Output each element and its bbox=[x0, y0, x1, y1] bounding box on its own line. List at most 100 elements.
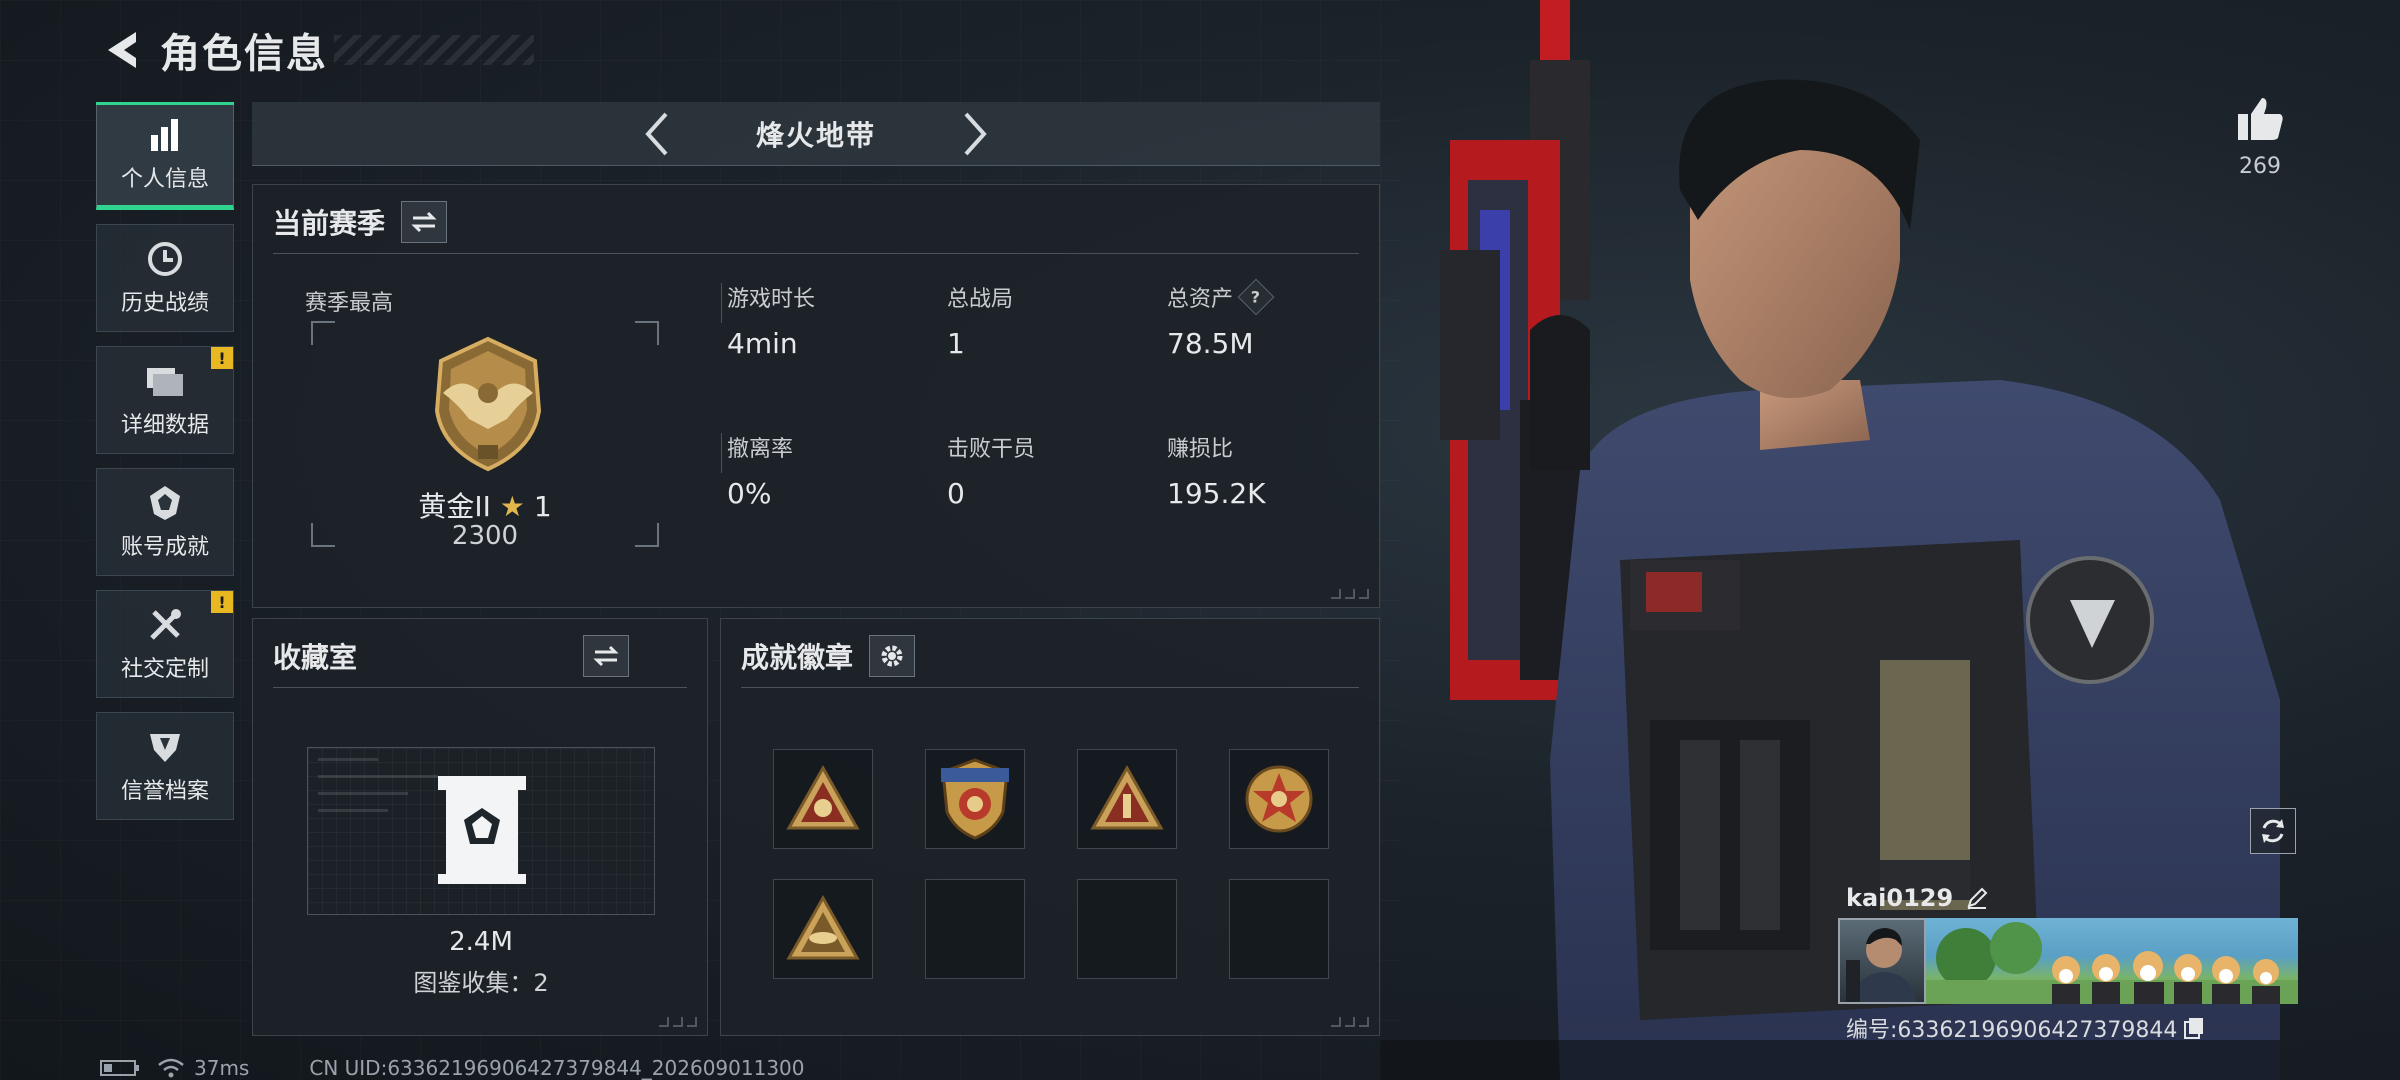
edit-icon[interactable] bbox=[1965, 886, 1989, 910]
player-name: kai0129 bbox=[1846, 884, 1989, 912]
badges-title: 成就徽章 bbox=[741, 641, 854, 674]
player-id-text: 编号:63362196906427379844 bbox=[1846, 1018, 2178, 1043]
alert-badge: ! bbox=[211, 347, 233, 369]
badge-triangle-1-icon bbox=[1090, 764, 1164, 830]
collection-panel[interactable]: 收藏室 2.4M 图鉴收集：2 bbox=[252, 618, 708, 1036]
sidebar-item-label: 账号成就 bbox=[120, 535, 209, 560]
stat-play-time: 游戏时长 4min bbox=[727, 281, 815, 360]
player-card[interactable] bbox=[1838, 918, 2298, 1004]
sidebar-item-detailed-data[interactable]: ! 详细数据 bbox=[96, 346, 234, 454]
back-button[interactable] bbox=[100, 25, 144, 75]
rank-score: 2300 bbox=[451, 521, 519, 551]
badge-slot[interactable] bbox=[1077, 749, 1177, 849]
like-count: 269 bbox=[2239, 154, 2281, 179]
rank-frame: 黄金II ★ 1 2300 bbox=[311, 321, 659, 551]
mode-name: 烽火地带 bbox=[755, 118, 876, 152]
badge-slot-empty[interactable] bbox=[1077, 879, 1177, 979]
stat-operators-defeated: 击败干员 0 bbox=[947, 431, 1035, 510]
gear-icon bbox=[881, 645, 903, 667]
collection-count: 图鉴收集：2 bbox=[413, 969, 549, 997]
stat-label: 总资产 ? bbox=[1167, 278, 1275, 316]
clock-icon bbox=[143, 239, 187, 279]
stat-label: 撤离率 bbox=[727, 437, 794, 462]
help-icon-text: ? bbox=[1251, 287, 1261, 307]
sidebar-item-credit-record[interactable]: 信誉档案 bbox=[96, 712, 234, 820]
badge-slot[interactable] bbox=[773, 879, 873, 979]
sidebar-item-label: 个人信息 bbox=[120, 167, 209, 192]
badge-slot-empty[interactable] bbox=[1229, 879, 1329, 979]
badge-slot[interactable] bbox=[1229, 749, 1329, 849]
alert-badge: ! bbox=[211, 591, 233, 613]
sidebar-item-personal-info[interactable]: 个人信息 bbox=[96, 102, 234, 210]
like-button[interactable]: 269 bbox=[2222, 96, 2298, 179]
sidebar-item-match-history[interactable]: 历史战绩 bbox=[96, 224, 234, 332]
rank-tier: 黄金II bbox=[418, 490, 491, 523]
stat-value: 1 bbox=[947, 327, 965, 360]
badge-slot-empty[interactable] bbox=[925, 879, 1025, 979]
rotate-model-button[interactable] bbox=[2250, 808, 2296, 854]
stat-label: 总战局 bbox=[947, 287, 1014, 312]
sidebar: 个人信息 历史战绩 ! 详细数据 账号成就 ! 社交定制 信誉档案 bbox=[96, 102, 234, 834]
stat-label: 击败干员 bbox=[947, 437, 1036, 462]
stat-label-text: 总资产 bbox=[1167, 287, 1234, 312]
rank-stars: 1 bbox=[533, 490, 552, 523]
badge-triangle-ufo-icon bbox=[786, 894, 860, 960]
help-icon[interactable]: ? bbox=[1237, 278, 1275, 316]
thumbs-up-icon bbox=[2238, 98, 2283, 140]
header: 角色信息 bbox=[100, 20, 534, 80]
avatar[interactable] bbox=[1838, 918, 1926, 1004]
season-panel: 当前赛季 赛季最高 黄金II ★ 1 2300 游戏时长 4min 总战局 1 bbox=[252, 184, 1380, 608]
badge-slot[interactable] bbox=[773, 749, 873, 849]
sidebar-item-label: 历史战绩 bbox=[120, 291, 209, 316]
divider bbox=[721, 283, 722, 323]
swap-icon bbox=[593, 645, 619, 667]
mode-prev-button[interactable] bbox=[631, 104, 681, 164]
title-stripe-decoration bbox=[334, 35, 534, 65]
badge-star-icon bbox=[1245, 765, 1313, 833]
ping: 37ms bbox=[194, 1056, 250, 1080]
document-lines bbox=[318, 758, 438, 826]
collection-value: 2.4M bbox=[449, 927, 513, 957]
divider bbox=[273, 253, 1359, 254]
achievement-icon bbox=[143, 483, 187, 523]
badge-triangle-55-icon bbox=[786, 764, 860, 830]
divider bbox=[273, 687, 687, 688]
bar-chart-icon bbox=[143, 115, 187, 155]
stat-label: 游戏时长 bbox=[727, 287, 816, 312]
corner-decoration bbox=[1331, 589, 1369, 599]
badge-settings-button[interactable] bbox=[869, 635, 916, 677]
stat-total-assets: 总资产 ? 78.5M bbox=[1167, 278, 1275, 360]
swap-icon bbox=[411, 211, 437, 233]
page-title: 角色信息 bbox=[160, 31, 328, 77]
sidebar-item-account-achievements[interactable]: 账号成就 bbox=[96, 468, 234, 576]
wifi-icon bbox=[158, 1058, 184, 1078]
sidebar-item-label: 详细数据 bbox=[120, 413, 209, 438]
badge-slot[interactable] bbox=[925, 749, 1025, 849]
switch-collection-button[interactable] bbox=[583, 635, 630, 677]
profile-banner bbox=[1926, 918, 2298, 1004]
player-id: 编号:63362196906427379844 bbox=[1846, 1012, 2205, 1044]
battery-icon bbox=[100, 1060, 139, 1076]
collection-panel-header: 收藏室 bbox=[273, 635, 630, 677]
copy-icon[interactable] bbox=[2183, 1016, 2205, 1040]
switch-season-button[interactable] bbox=[401, 201, 448, 243]
mode-next-button[interactable] bbox=[951, 104, 1001, 164]
star-icon: ★ bbox=[499, 490, 525, 523]
stat-value: 0 bbox=[947, 477, 965, 510]
stat-extraction-rate: 撤离率 0% bbox=[727, 431, 793, 510]
badge-shield-icon bbox=[941, 758, 1009, 840]
sidebar-item-label: 信誉档案 bbox=[120, 779, 209, 804]
credit-icon bbox=[143, 727, 187, 767]
season-best-label: 赛季最高 bbox=[305, 291, 394, 316]
corner-decoration bbox=[659, 1017, 697, 1027]
badge-grid bbox=[773, 749, 1329, 979]
stat-value: 78.5M bbox=[1167, 327, 1254, 360]
sidebar-item-social-customization[interactable]: ! 社交定制 bbox=[96, 590, 234, 698]
mode-selector: 烽火地带 bbox=[252, 102, 1380, 166]
achievement-badges-panel: 成就徽章 bbox=[720, 618, 1380, 1036]
season-panel-header: 当前赛季 bbox=[273, 201, 448, 243]
stat-value: 195.2K bbox=[1167, 477, 1266, 510]
back-arrow-icon bbox=[108, 32, 136, 68]
folder-icon bbox=[143, 361, 187, 401]
uid: CN UID:63362196906427379844_202609011300 bbox=[309, 1056, 805, 1080]
